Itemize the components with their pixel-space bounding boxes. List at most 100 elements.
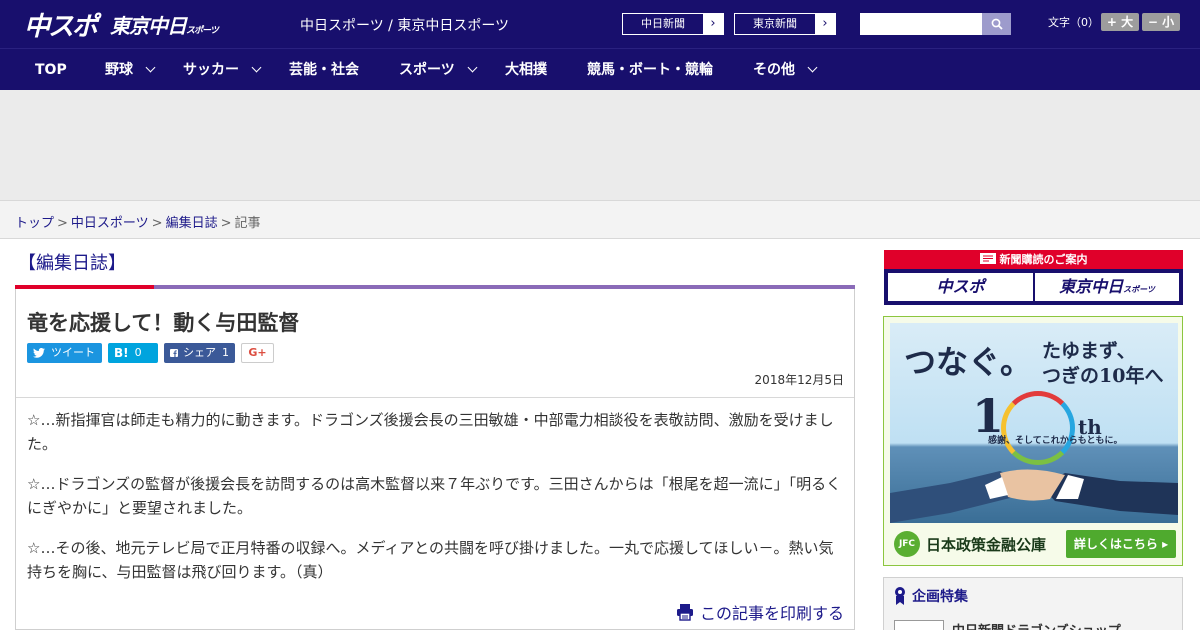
subscription-box: 新聞購読のご案内 中スポ 東京中日スポーツ — [884, 250, 1183, 305]
subscribe-logo-text: 東京中日 — [1059, 277, 1124, 296]
nav-item-top[interactable]: TOP — [35, 49, 67, 91]
nav-item-soccer[interactable]: サッカー — [183, 49, 262, 91]
search-icon — [991, 18, 1003, 30]
tokyo-chunichi-logo[interactable]: 東京中日スポーツ — [110, 10, 219, 39]
site-description: 中日スポーツ / 東京中日スポーツ — [300, 18, 510, 34]
article-paragraph: ☆…その後、地元テレビ局で正月特番の収録へ。メディアとの共闘を呼び掛けました。一… — [27, 539, 834, 581]
breadcrumb-home[interactable]: トップ — [15, 216, 54, 231]
jfc-advertisement[interactable]: つなぐ。 たゆまず、 つぎの10年へ 1 th 感謝、そしてこれからもともに。 J… — [883, 316, 1183, 566]
breadcrumb-chunichi-sports[interactable]: 中日スポーツ — [71, 216, 149, 231]
feature-item-label: 中日新聞ドラゴンズショップ — [952, 620, 1121, 630]
breadcrumb-separator: > — [220, 216, 232, 231]
breadcrumb-current: 記事 — [234, 216, 261, 231]
breadcrumb-bar: トップ > 中日スポーツ > 編集日誌 > 記事 — [0, 200, 1200, 239]
article-paragraph: ☆…ドラゴンズの監督が後援会長を訪問するのは高木監督以来７年ぶりです。三田さんか… — [27, 475, 842, 517]
search-button[interactable] — [982, 13, 1011, 35]
search-box — [860, 13, 1011, 35]
feature-thumbnail — [894, 620, 944, 630]
chunichi-shimbun-link[interactable]: 中日新聞 › — [622, 13, 724, 35]
chevron-down-icon — [145, 62, 156, 73]
tweet-button[interactable]: ツイート — [27, 343, 102, 363]
subscribe-tokyo-chunichi-link[interactable]: 東京中日スポーツ — [1035, 273, 1179, 301]
newspaper-icon — [979, 253, 996, 264]
chuspo-logo[interactable]: 中スポ — [24, 6, 98, 43]
nav-label: 野球 — [105, 62, 133, 78]
print-article-link[interactable]: この記事を印刷する — [676, 600, 844, 624]
nav-item-other[interactable]: その他 — [753, 49, 818, 91]
nav-item-baseball[interactable]: 野球 — [105, 49, 156, 91]
breadcrumb-separator: > — [57, 216, 68, 231]
facebook-count: 1 — [222, 346, 229, 359]
ad-headline: つなぐ。 — [904, 343, 1033, 381]
printer-icon — [676, 604, 693, 621]
ad-subheadline: たゆまず、つぎの10年へ — [1042, 339, 1163, 389]
feature-section: 企画特集 中日新聞ドラゴンズショップ — [883, 577, 1183, 630]
google-plus-icon: G+ — [248, 346, 267, 359]
facebook-icon — [170, 349, 178, 357]
nav-label: 大相撲 — [505, 62, 547, 78]
font-size-up-button[interactable]: + 大 — [1101, 13, 1139, 31]
feature-heading: 企画特集 — [894, 586, 968, 606]
hatena-bookmark-button[interactable]: B! 0 — [108, 343, 158, 363]
google-plus-button[interactable]: G+ — [241, 343, 274, 363]
font-size-down-button[interactable]: − 小 — [1142, 13, 1180, 31]
hatena-count: 0 — [134, 346, 142, 359]
jfc-name: 日本政策金融公庫 — [926, 535, 1047, 554]
nav-item-sports[interactable]: スポーツ — [399, 49, 478, 91]
site-header: 中スポ 東京中日スポーツ 中日スポーツ / 東京中日スポーツ 中日新聞 › 東京… — [0, 0, 1200, 48]
breadcrumb-editorial-diary[interactable]: 編集日誌 — [166, 216, 218, 231]
ext-link-label: 東京新聞 — [753, 17, 797, 30]
medal-icon — [895, 587, 905, 605]
nav-item-entertainment[interactable]: 芸能・社会 — [289, 49, 359, 91]
chevron-right-icon: › — [815, 14, 835, 34]
chevron-down-icon — [467, 62, 478, 73]
chevron-down-icon — [251, 62, 262, 73]
tokyo-shimbun-link[interactable]: 東京新聞 › — [734, 13, 836, 35]
breadcrumb: トップ > 中日スポーツ > 編集日誌 > 記事 — [15, 212, 261, 231]
facebook-share-button[interactable]: シェア 1 — [164, 343, 235, 363]
nav-label: サッカー — [183, 62, 239, 78]
nav-label: その他 — [753, 62, 795, 78]
facebook-share-label: シェア — [183, 346, 216, 359]
tokyo-logo-text: 東京中日 — [110, 14, 187, 38]
jfc-logo: JFC — [894, 531, 920, 557]
chevron-down-icon — [807, 62, 818, 73]
ext-link-label: 中日新聞 — [641, 17, 685, 30]
search-input[interactable] — [860, 13, 982, 35]
publish-date: 2018年12月5日 — [754, 373, 844, 387]
chevron-right-icon: › — [703, 14, 723, 34]
nav-label: 芸能・社会 — [289, 62, 359, 78]
ad-subheadline-line: たゆまず、 — [1042, 340, 1136, 362]
nav-label: 競馬・ボート・競輪 — [587, 62, 713, 78]
print-label: この記事を印刷する — [699, 604, 844, 623]
ad-image: つなぐ。 たゆまず、 つぎの10年へ 1 th 感謝、そしてこれからもともに。 — [890, 323, 1178, 523]
article-header: 竜を応援して！動く与田監督 ツイート B! 0 シェア 1 G+ 2018年12… — [16, 289, 854, 398]
article-headline: 竜を応援して！動く与田監督 — [27, 311, 300, 335]
feature-item[interactable]: 中日新聞ドラゴンズショップ — [894, 620, 1174, 630]
nav-item-sumo[interactable]: 大相撲 — [505, 49, 547, 91]
ad-subheadline-line: つぎの10年へ — [1042, 365, 1164, 387]
nav-item-racing[interactable]: 競馬・ボート・競輪 — [587, 49, 713, 91]
font-size-label: 文字（0） — [1048, 16, 1099, 29]
main-nav: TOP 野球 サッカー 芸能・社会 スポーツ 大相撲 競馬・ボート・競輪 その他 — [0, 48, 1200, 90]
article: 竜を応援して！動く与田監督 ツイート B! 0 シェア 1 G+ 2018年12… — [15, 289, 855, 630]
article-body: ☆…新指揮官は師走も精力的に動きます。ドラゴンズ後援会長の三田敏雄・中部電力相談… — [27, 408, 847, 600]
feature-title-text: 企画特集 — [912, 589, 968, 605]
ad-footer: JFC 日本政策金融公庫 — [894, 531, 1046, 557]
article-paragraph: ☆…新指揮官は師走も精力的に動きます。ドラゴンズ後援会長の三田敏雄・中部電力相談… — [27, 411, 834, 453]
hatena-icon: B! — [114, 346, 129, 360]
section-title: 【編集日誌】 — [18, 253, 126, 274]
ad-banner-area — [0, 90, 1200, 200]
subscription-heading-text: 新聞購読のご案内 — [999, 253, 1088, 266]
tokyo-logo-small: スポーツ — [186, 26, 219, 36]
subscribe-chuspo-link[interactable]: 中スポ — [888, 273, 1033, 301]
nav-label: スポーツ — [399, 62, 455, 78]
nav-label: TOP — [35, 62, 67, 78]
handshake-icon — [890, 469, 1178, 523]
ad-slogan: 感謝、そしてこれからもともに。 — [988, 436, 1123, 446]
tweet-label: ツイート — [51, 346, 95, 359]
twitter-icon — [33, 348, 45, 358]
ad-details-button[interactable]: 詳しくはこちら ▸ — [1066, 530, 1176, 558]
subscribe-logo-text: 中スポ — [936, 277, 985, 296]
subscribe-logo-small: スポーツ — [1123, 285, 1155, 294]
